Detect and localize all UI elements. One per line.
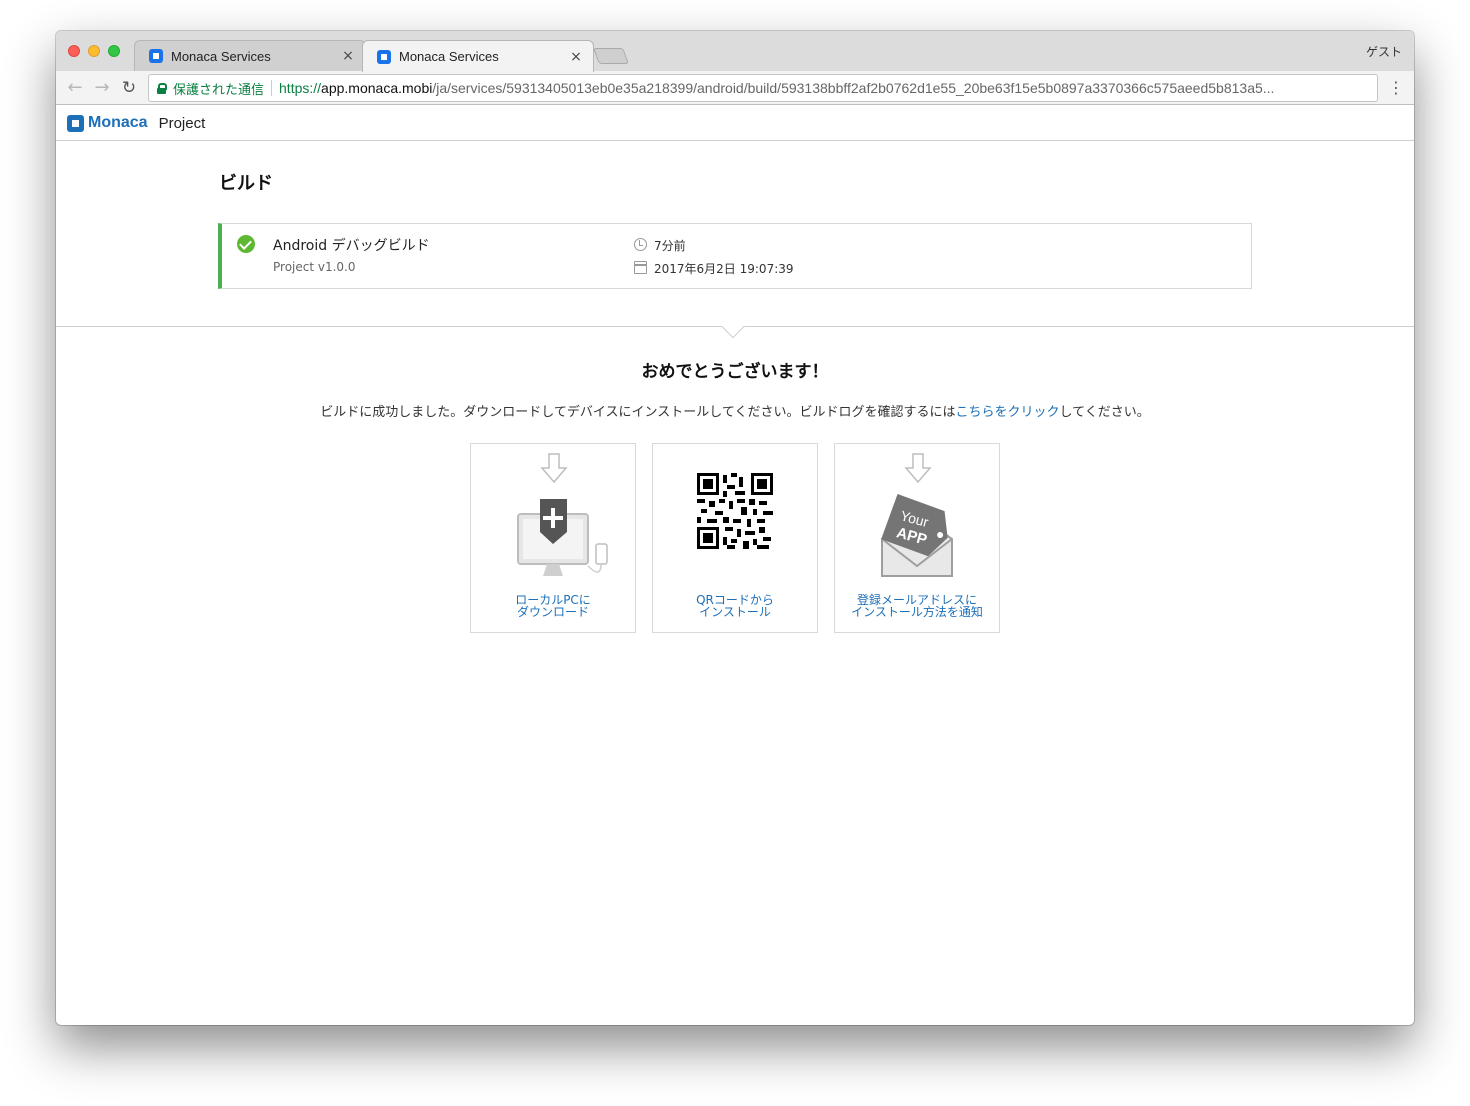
app-header: Monaca Project	[56, 106, 1414, 141]
option-label: QRコードから インストール	[653, 594, 817, 618]
browser-tab-2-active[interactable]: Monaca Services ×	[362, 40, 594, 72]
success-message: ビルドに成功しました。ダウンロードしてデバイスにインストールしてください。ビルド…	[56, 401, 1414, 420]
url-path: /ja/services/59313405013eb0e35a218399/an…	[432, 80, 1275, 96]
browser-menu-icon[interactable]: ⋮	[1388, 77, 1404, 99]
message-text-after: してください。	[1059, 405, 1150, 420]
build-project-version: Project v1.0.0	[273, 260, 356, 274]
browser-tab-1[interactable]: Monaca Services ×	[134, 40, 366, 71]
download-to-local-pc-button[interactable]: ローカルPCに ダウンロード	[470, 443, 636, 633]
qr-code-icon	[697, 473, 773, 549]
profile-label[interactable]: ゲスト	[1366, 43, 1402, 60]
build-log-link[interactable]: こちらをクリック	[955, 405, 1059, 420]
page-title: ビルド	[219, 173, 273, 194]
build-datetime: 2017年6月2日 19:07:39	[654, 262, 794, 276]
close-window-button[interactable]	[68, 45, 80, 57]
build-time-ago: 7分前	[654, 239, 686, 253]
monitor-download-icon	[517, 453, 608, 576]
build-name: Android デバッグビルド	[273, 238, 430, 254]
project-breadcrumb[interactable]: Project	[159, 115, 206, 132]
option-label: ローカルPCに ダウンロード	[471, 594, 635, 618]
tab-close-icon[interactable]: ×	[569, 49, 583, 65]
monaca-favicon-icon	[377, 49, 391, 64]
lock-icon	[157, 82, 167, 94]
tab-strip: Monaca Services × Monaca Services × ゲスト	[56, 31, 1414, 72]
forward-arrow-icon[interactable]: →	[91, 77, 113, 99]
build-status-card: Android デバッグビルド Project v1.0.0 7分前 2017年…	[218, 223, 1252, 289]
url-host: app.monaca.mobi	[321, 80, 433, 96]
monaca-logo-text[interactable]: Monaca	[88, 114, 148, 132]
divider-notch	[721, 315, 745, 339]
zoom-window-button[interactable]	[108, 45, 120, 57]
success-check-icon	[237, 235, 255, 253]
congratulations-heading: おめでとうございます！	[641, 362, 829, 382]
address-bar[interactable]: 保護された通信 https://app.monaca.mobi/ja/servi…	[148, 74, 1378, 102]
back-arrow-icon[interactable]: ←	[64, 77, 86, 99]
install-from-qr-button[interactable]: QRコードから インストール	[652, 443, 818, 633]
option-label-line2: ダウンロード	[516, 605, 589, 619]
minimize-window-button[interactable]	[88, 45, 100, 57]
mail-app-icon: Your APP	[881, 453, 953, 577]
clock-icon	[634, 238, 647, 251]
tab-close-icon[interactable]: ×	[341, 48, 355, 64]
message-text-before: ビルドに成功しました。ダウンロードしてデバイスにインストールしてください。ビルド…	[320, 405, 956, 420]
url-scheme: https://	[279, 80, 322, 96]
secure-connection-label[interactable]: 保護された通信	[173, 79, 264, 98]
calendar-icon	[634, 261, 647, 274]
browser-window: Monaca Services × Monaca Services × ゲスト …	[56, 31, 1414, 1025]
tab-title: Monaca Services	[399, 49, 499, 64]
browser-toolbar: ← → ↻ 保護された通信 https://app.monaca.mobi/ja…	[56, 71, 1414, 105]
new-tab-button[interactable]	[593, 48, 629, 64]
omnibox-separator	[271, 80, 273, 96]
monaca-favicon-icon	[149, 49, 163, 63]
tab-title: Monaca Services	[171, 48, 271, 64]
option-label-line2: インストール	[699, 605, 771, 619]
url-text[interactable]: https://app.monaca.mobi/ja/services/5931…	[279, 80, 1377, 96]
window-controls	[68, 45, 120, 57]
reload-icon[interactable]: ↻	[118, 77, 140, 99]
monaca-logo-icon[interactable]	[67, 114, 84, 132]
notify-by-email-button[interactable]: Your APP 登録メールアドレスに インストール方法を通知	[834, 443, 1000, 633]
option-label-line2: インストール方法を通知	[851, 605, 983, 619]
option-label: 登録メールアドレスに インストール方法を通知	[835, 594, 999, 618]
